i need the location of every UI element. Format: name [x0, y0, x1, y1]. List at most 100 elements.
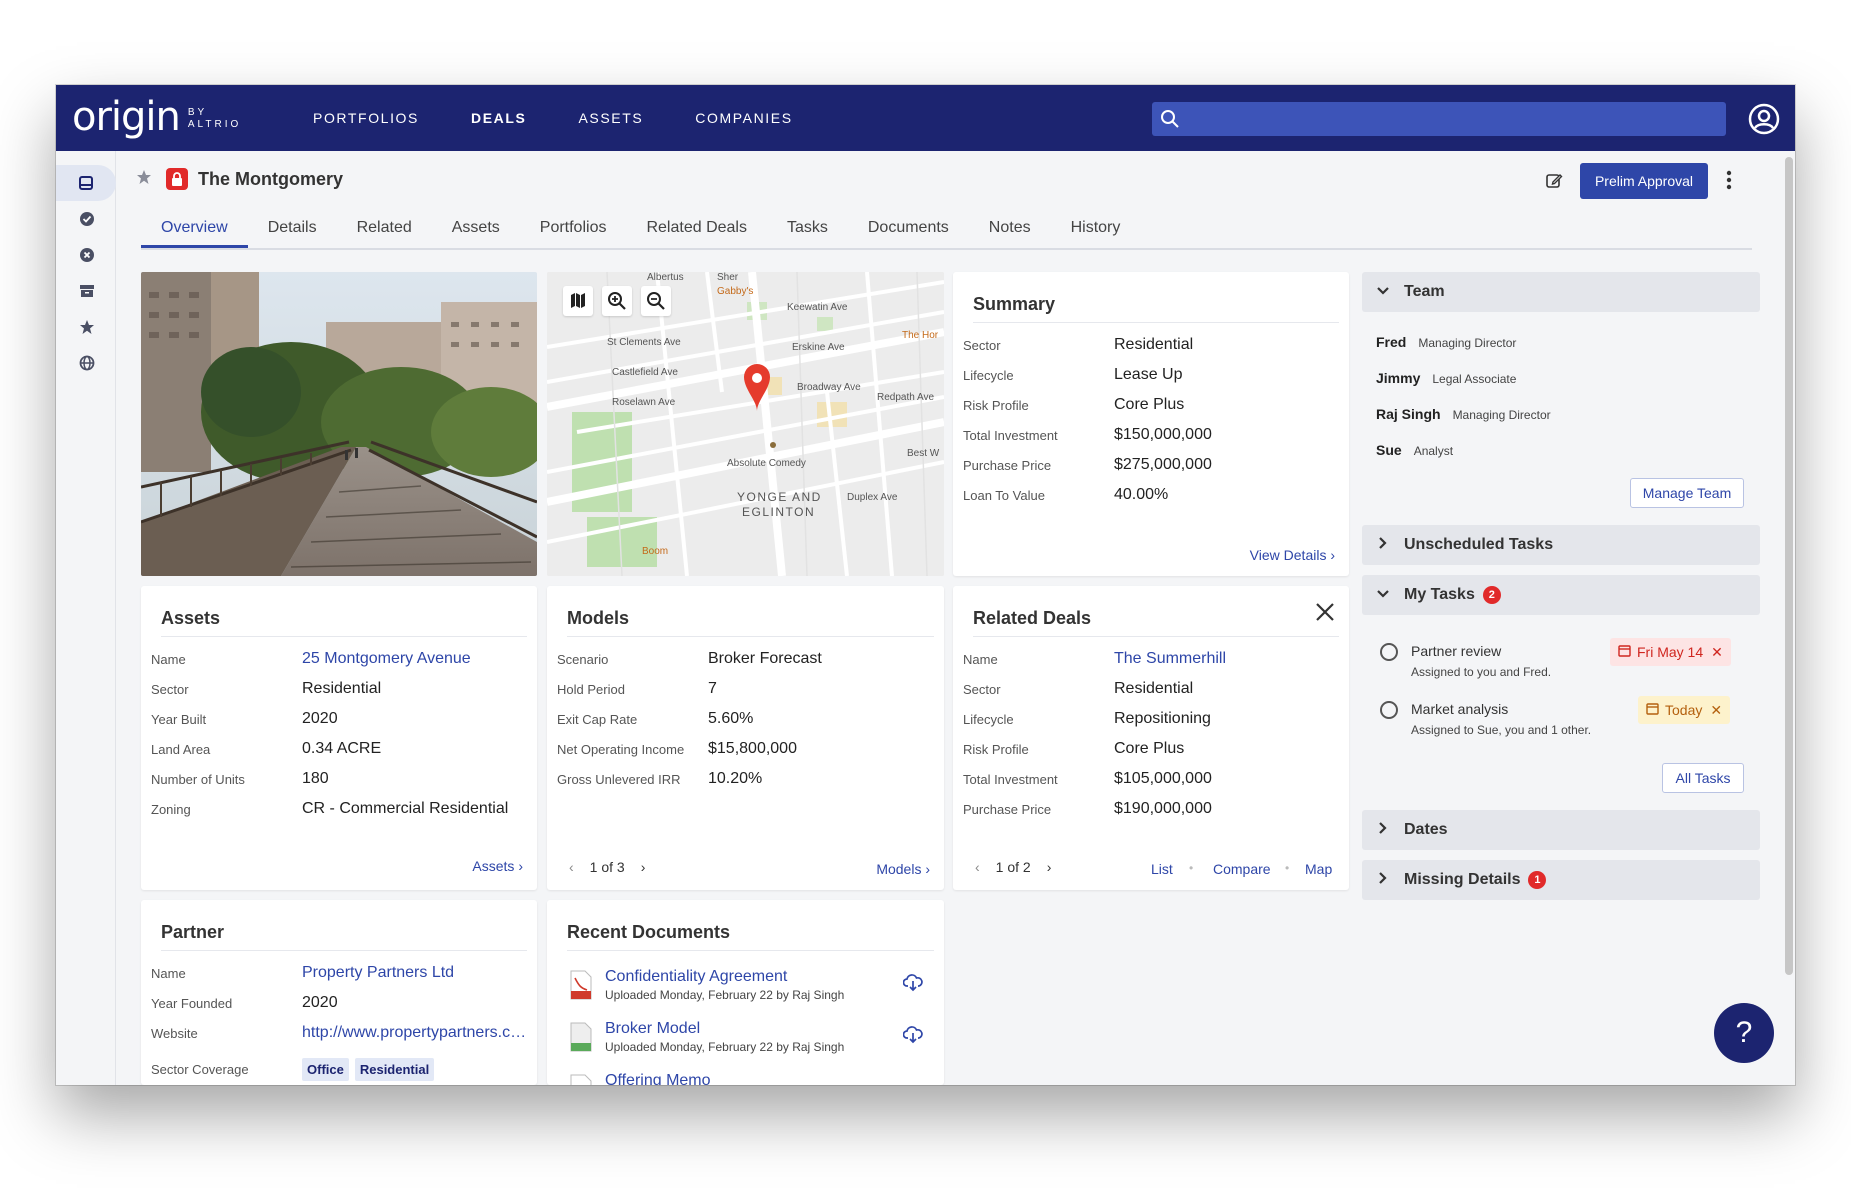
document-title[interactable]: Confidentiality Agreement: [605, 968, 787, 986]
missing-details-header[interactable]: Missing Details 1: [1362, 860, 1760, 900]
tab-history[interactable]: History: [1051, 216, 1141, 248]
unscheduled-tasks-header[interactable]: Unscheduled Tasks: [1362, 525, 1760, 565]
field-value: CR - Commercial Residential: [302, 800, 509, 817]
map-label: Boom: [642, 546, 669, 557]
dates-panel-header[interactable]: Dates: [1362, 810, 1760, 850]
field-label: Zoning: [151, 801, 191, 817]
tab-related[interactable]: Related: [337, 216, 432, 248]
nav-deals[interactable]: DEALS: [471, 110, 526, 126]
nav-companies[interactable]: COMPANIES: [695, 110, 792, 126]
map-label: Duplex Ave: [847, 492, 898, 503]
help-button[interactable]: ?: [1714, 1003, 1774, 1063]
favorite-star-icon[interactable]: [136, 169, 152, 190]
field-label: Sector: [963, 681, 1001, 697]
related-deal-name-link[interactable]: The Summerhill: [1114, 650, 1339, 668]
field-value: 180: [302, 770, 329, 787]
view-details-link[interactable]: View Details ›: [1250, 547, 1335, 563]
archive-icon[interactable]: [68, 273, 106, 309]
my-tasks-header[interactable]: My Tasks 2: [1362, 575, 1760, 615]
field-value: Core Plus: [1114, 396, 1185, 413]
partner-name-link[interactable]: Property Partners Ltd: [302, 964, 527, 982]
tab-documents[interactable]: Documents: [848, 216, 969, 248]
zoom-in-icon[interactable]: [602, 286, 632, 316]
field-label: Scenario: [557, 651, 609, 667]
map-label: Albertus: [647, 272, 684, 283]
compare-link[interactable]: Compare: [1213, 861, 1271, 877]
task-complete-radio[interactable]: [1380, 701, 1398, 719]
field-value: Broker Forecast: [708, 650, 822, 667]
tab-portfolios[interactable]: Portfolios: [520, 216, 627, 248]
check-circle-icon[interactable]: [68, 201, 106, 237]
field-label: Name: [151, 965, 186, 981]
field-value: $275,000,000: [1114, 456, 1212, 473]
field-label: Lifecycle: [963, 367, 1014, 383]
remove-date-icon[interactable]: ✕: [1710, 702, 1722, 719]
inbox-icon[interactable]: [56, 165, 116, 201]
location-map[interactable]: Albertus Sher Gabby's Keewatin Ave St Cl…: [547, 272, 944, 576]
document-meta: Uploaded Monday, February 22 by Raj Sing…: [605, 988, 845, 1002]
zoom-out-icon[interactable]: [641, 286, 671, 316]
list-view-link[interactable]: List: [1151, 861, 1173, 877]
scrollbar[interactable]: [1785, 157, 1793, 975]
page-title: The Montgomery: [198, 168, 344, 189]
all-tasks-button[interactable]: All Tasks: [1662, 763, 1744, 793]
close-icon[interactable]: [1315, 602, 1335, 627]
map-layers-icon[interactable]: [563, 286, 593, 316]
prev-page-icon[interactable]: ‹: [975, 859, 980, 875]
remove-date-icon[interactable]: ✕: [1711, 644, 1723, 661]
map-view-link[interactable]: Map: [1305, 861, 1332, 877]
tab-details[interactable]: Details: [248, 216, 337, 248]
task-title: Market analysis: [1411, 701, 1509, 717]
logo[interactable]: origin BY ALTRIO: [72, 95, 241, 139]
download-icon[interactable]: [902, 1024, 923, 1049]
due-date-badge[interactable]: Today ✕: [1638, 696, 1731, 724]
logo-text: origin: [72, 94, 181, 140]
partner-card: Partner Name Property Partners Ltd Year F…: [141, 900, 537, 1085]
field-label: Lifecycle: [963, 711, 1014, 727]
member-role: Managing Director: [1418, 336, 1517, 350]
tab-assets[interactable]: Assets: [432, 216, 520, 248]
nav-assets[interactable]: ASSETS: [578, 110, 643, 126]
tab-notes[interactable]: Notes: [969, 216, 1051, 248]
sector-chip: Residential: [354, 1057, 435, 1081]
more-options-icon[interactable]: [1726, 169, 1732, 196]
tab-overview[interactable]: Overview: [141, 216, 248, 248]
document-title[interactable]: Offering Memo: [605, 1072, 711, 1085]
page-header: The Montgomery: [136, 168, 343, 190]
download-icon[interactable]: [902, 972, 923, 997]
user-account-icon[interactable]: [1748, 103, 1780, 140]
next-page-icon[interactable]: ›: [641, 859, 646, 875]
member-name: Jimmy: [1376, 370, 1421, 386]
due-date-badge[interactable]: Fri May 14 ✕: [1610, 638, 1731, 666]
manage-team-button[interactable]: Manage Team: [1630, 478, 1744, 508]
map-label: EGLINTON: [742, 505, 816, 519]
asset-name-link[interactable]: 25 Montgomery Avenue: [302, 650, 527, 668]
models-link[interactable]: Models ›: [876, 861, 930, 877]
member-role: Managing Director: [1452, 408, 1551, 422]
team-panel-header[interactable]: Team: [1362, 272, 1760, 312]
divider: [567, 636, 934, 637]
document-row[interactable]: Offering Memo: [567, 1072, 927, 1085]
x-circle-icon[interactable]: [68, 237, 106, 273]
prelim-approval-button[interactable]: Prelim Approval: [1580, 163, 1708, 199]
field-value: 10.20%: [708, 770, 763, 787]
assets-link[interactable]: Assets ›: [472, 858, 523, 874]
help-icon: ?: [1735, 1016, 1753, 1049]
tab-related-deals[interactable]: Related Deals: [626, 216, 767, 248]
website-link[interactable]: http://www.propertypartners.com: [302, 1024, 527, 1042]
search-input[interactable]: [1152, 102, 1726, 136]
nav-portfolios[interactable]: PORTFOLIOS: [313, 110, 419, 126]
document-row[interactable]: Confidentiality Agreement Uploaded Monda…: [567, 968, 927, 1012]
task-complete-radio[interactable]: [1380, 643, 1398, 661]
document-row[interactable]: Broker Model Uploaded Monday, February 2…: [567, 1020, 927, 1064]
document-title[interactable]: Broker Model: [605, 1020, 700, 1038]
edit-icon[interactable]: [1545, 172, 1563, 195]
prev-page-icon[interactable]: ‹: [569, 859, 574, 875]
globe-icon[interactable]: [68, 345, 106, 381]
star-icon[interactable]: [68, 309, 106, 345]
tab-tasks[interactable]: Tasks: [767, 216, 848, 248]
models-card: Models Scenario Broker Forecast Hold Peri…: [547, 586, 944, 890]
map-label: Keewatin Ave: [787, 302, 848, 313]
next-page-icon[interactable]: ›: [1047, 859, 1052, 875]
divider: [161, 950, 527, 951]
